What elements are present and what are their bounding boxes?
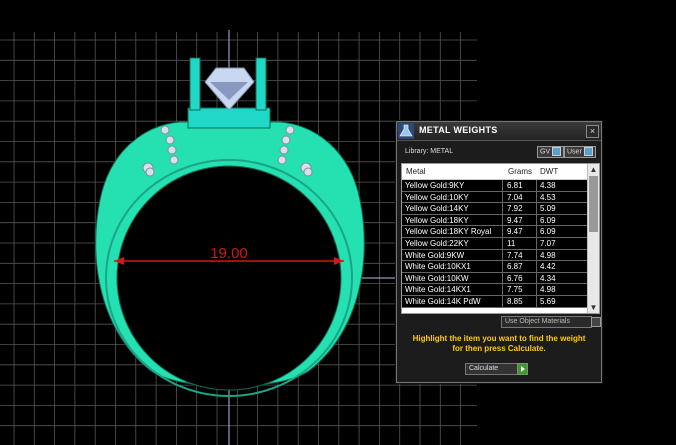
table-row[interactable]: Yellow Gold:18KY Royal 9.47 6.09 <box>402 226 587 238</box>
cell-metal: Yellow Gold:9KY <box>405 181 465 190</box>
column-header-grams: Grams <box>508 167 532 176</box>
cell-dwt: 4.53 <box>540 192 556 202</box>
panel-titlebar[interactable]: METAL WEIGHTS × <box>397 122 601 141</box>
cell-dwt: 4.98 <box>540 285 556 295</box>
instruction-line-2: for then press Calculate. <box>452 344 546 353</box>
table-row[interactable]: Yellow Gold:10KY 7.04 4.53 <box>402 191 587 204</box>
cell-metal: White Gold:14KX1 <box>405 285 471 295</box>
column-header-metal: Metal <box>406 167 426 176</box>
column-header-dwt: DWT <box>540 167 559 176</box>
calculate-label: Calculate <box>469 365 499 372</box>
table-header: Metal Grams DWT <box>402 164 587 180</box>
cell-metal: White Gold:10KW <box>405 273 469 283</box>
use-object-materials-checkbox[interactable]: Use Object Materials <box>501 316 601 328</box>
scroll-thumb[interactable] <box>589 176 598 232</box>
cell-metal: Yellow Gold:10KY <box>405 192 469 202</box>
cell-metal: Yellow Gold:22KY <box>405 238 469 248</box>
user-toggle[interactable]: User <box>564 146 596 158</box>
prong-left <box>189 57 201 111</box>
table-row[interactable]: Yellow Gold:22KY 11 7.07 <box>402 237 587 250</box>
cell-dwt: 7.07 <box>540 238 556 248</box>
table-row[interactable]: White Gold:14K PdW 8.85 5.69 <box>402 295 587 308</box>
user-toggle-label: User <box>567 148 582 156</box>
cell-metal: Yellow Gold:18KY Royal <box>405 227 492 237</box>
cell-metal: Yellow Gold:14KY <box>405 204 469 214</box>
cell-metal: White Gold:14K PdW <box>405 296 481 306</box>
setting-basket <box>187 107 271 129</box>
cell-grams: 6.81 <box>507 181 523 190</box>
cell-dwt: 6.09 <box>540 215 556 225</box>
cell-grams: 6.76 <box>507 273 523 283</box>
cell-metal: White Gold:9KW <box>405 250 465 260</box>
play-icon[interactable] <box>517 363 528 375</box>
table-row[interactable]: Yellow Gold:9KY 6.81 4.38 <box>402 180 587 192</box>
library-label: Library: METAL <box>405 148 454 155</box>
cell-grams: 7.74 <box>507 250 523 260</box>
cell-grams: 6.87 <box>507 262 523 272</box>
cell-grams: 9.47 <box>507 227 523 237</box>
table-scrollbar[interactable]: ▲ ▼ <box>587 164 599 313</box>
table-row[interactable]: White Gold:10KX1 6.87 4.42 <box>402 261 587 273</box>
calculate-button[interactable]: Calculate <box>465 363 528 375</box>
cell-grams: 7.75 <box>507 285 523 295</box>
cell-dwt: 5.69 <box>540 296 556 306</box>
flask-icon <box>398 123 414 139</box>
table-row[interactable]: Yellow Gold:14KY 7.92 5.09 <box>402 203 587 215</box>
cell-metal: Yellow Gold:18KY <box>405 215 469 225</box>
cell-grams: 7.04 <box>507 192 523 202</box>
scroll-down-icon[interactable]: ▼ <box>589 303 598 312</box>
cell-dwt: 5.09 <box>540 204 556 214</box>
cell-dwt: 4.98 <box>540 250 556 260</box>
instruction-line-1: Highlight the item you want to find the … <box>412 334 586 343</box>
cell-grams: 8.85 <box>507 296 523 306</box>
gv-toggle[interactable]: GV <box>537 146 565 158</box>
ring-inner-hole <box>116 165 342 391</box>
cell-grams: 9.47 <box>507 215 523 225</box>
cell-dwt: 4.34 <box>540 273 556 283</box>
checkbox-icon[interactable] <box>591 317 601 327</box>
cell-dwt: 4.42 <box>540 262 556 272</box>
instruction-text: Highlight the item you want to find the … <box>403 334 595 354</box>
user-indicator-icon <box>583 147 593 156</box>
cell-metal: White Gold:10KX1 <box>405 262 471 272</box>
cell-dwt: 6.09 <box>540 227 556 237</box>
metal-weights-panel: METAL WEIGHTS × Library: METAL GV User M… <box>396 121 602 383</box>
panel-title: METAL WEIGHTS <box>419 125 498 135</box>
table-row[interactable]: White Gold:10KW 6.76 4.34 <box>402 272 587 285</box>
dimension-label: 19.00 <box>210 245 248 262</box>
library-row: Library: METAL GV User <box>397 140 601 162</box>
table-row[interactable]: White Gold:9KW 7.74 4.98 <box>402 249 587 262</box>
prong-right <box>255 57 267 111</box>
gv-toggle-label: GV <box>540 148 551 156</box>
use-object-materials-label: Use Object Materials <box>505 318 570 325</box>
scroll-up-icon[interactable]: ▲ <box>589 165 598 174</box>
cell-grams: 11 <box>507 238 516 248</box>
metal-table[interactable]: Metal Grams DWT Yellow Gold:9KY 6.81 4.38 Y… <box>401 163 600 314</box>
table-row[interactable]: White Gold:14KX1 7.75 4.98 <box>402 284 587 296</box>
table-body: Yellow Gold:9KY 6.81 4.38 Yellow Gold:10KY 7… <box>402 180 587 308</box>
table-row[interactable]: Yellow Gold:18KY 9.47 6.09 <box>402 214 587 227</box>
close-button[interactable]: × <box>586 125 599 138</box>
cell-grams: 7.92 <box>507 204 523 214</box>
cell-dwt: 4.38 <box>540 181 556 190</box>
gv-indicator-icon <box>552 147 562 156</box>
